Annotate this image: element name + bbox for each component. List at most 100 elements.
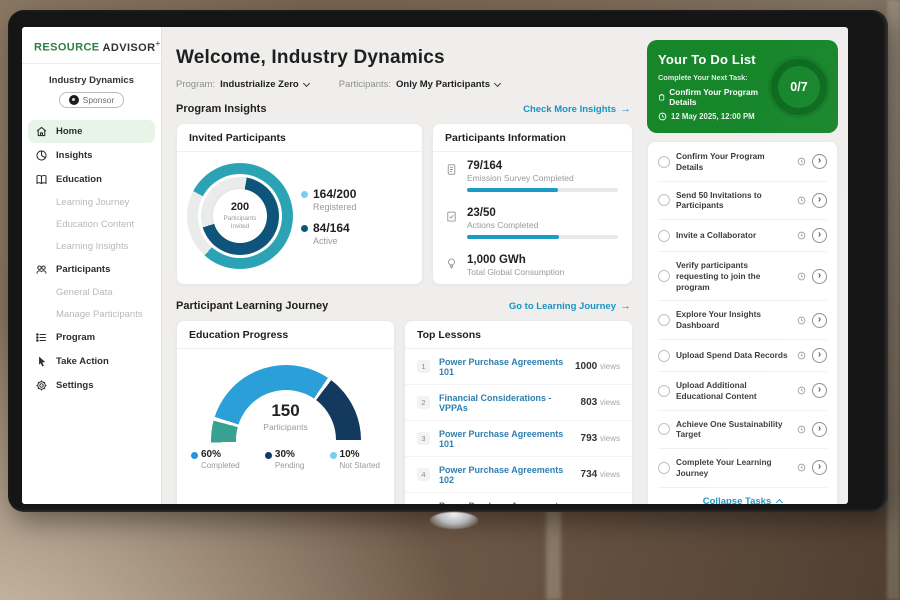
todo-panel: Your To Do List Complete Your Next Task:… <box>642 27 848 504</box>
donut-center-label: Participants Invited <box>220 215 260 231</box>
actions-progress-bar <box>467 235 618 239</box>
lesson-link[interactable]: Power Purchase Agreements 101 <box>439 357 575 377</box>
task-checkbox[interactable] <box>658 462 670 474</box>
task-chevron-button[interactable]: › <box>812 383 827 398</box>
top-lessons-title: Top Lessons <box>405 321 632 349</box>
task-checkbox[interactable] <box>658 270 670 282</box>
lesson-link[interactable]: Power Purchase Agreements 102 <box>439 465 581 485</box>
sidebar-menu: Home Insights Education Learning Journey <box>22 120 161 397</box>
list-icon <box>35 331 48 344</box>
lesson-link[interactable]: Power Purchase Agreements 101 <box>439 429 581 449</box>
task-chevron-button[interactable]: › <box>812 193 827 208</box>
lesson-row: 5 Power Purchase Agreements 103 600 view… <box>405 493 632 504</box>
sidebar-item-label: Learning Journey <box>56 197 129 208</box>
go-to-learning-journey-link[interactable]: Go to Learning Journey → <box>509 301 631 312</box>
task-chevron-button[interactable]: › <box>812 313 827 328</box>
background-wall-strip <box>887 0 900 600</box>
filter-bar: Program: Industrialize Zero Participants… <box>176 79 633 90</box>
task-checkbox[interactable] <box>658 314 670 326</box>
program-select[interactable]: Program: Industrialize Zero <box>176 79 309 90</box>
legend-pending: 30% Pending <box>265 449 304 470</box>
participants-icon <box>35 263 48 276</box>
task-row[interactable]: Verify participants requesting to join t… <box>658 252 827 301</box>
sidebar-item-label: Program <box>56 332 95 343</box>
sidebar-item-label: Take Action <box>56 356 109 367</box>
todo-due-date: 12 May 2025, 12:00 PM <box>658 112 765 121</box>
task-chevron-button[interactable]: › <box>812 422 827 437</box>
invited-participants-card: Invited Participants 200 Participants In… <box>176 123 423 285</box>
invited-participants-title: Invited Participants <box>177 124 422 152</box>
chevron-down-icon <box>303 79 310 86</box>
collapse-tasks-link[interactable]: Collapse Tasks <box>658 488 827 504</box>
task-checkbox[interactable] <box>658 385 670 397</box>
task-row[interactable]: Confirm Your Program Details › <box>658 143 827 182</box>
education-progress-title: Education Progress <box>177 321 394 349</box>
participants-select[interactable]: Participants: Only My Participants <box>339 79 500 90</box>
task-row[interactable]: Upload Additional Educational Content › <box>658 372 827 411</box>
info-clock-icon <box>797 157 806 166</box>
arrow-right-icon: → <box>620 104 631 115</box>
lesson-link[interactable]: Power Purchase Agreements 103 <box>439 501 581 505</box>
sidebar-item-take-action[interactable]: Take Action <box>28 350 155 373</box>
task-row[interactable]: Complete Your Learning Journey › <box>658 449 827 488</box>
legend-dot <box>191 452 198 459</box>
lesson-link[interactable]: Financial Considerations - VPPAs <box>439 393 581 413</box>
task-row[interactable]: Achieve One Sustainability Target › <box>658 411 827 450</box>
task-chevron-button[interactable]: › <box>812 154 827 169</box>
monitor-bezel: RESOURCEADVISOR+ Industry Dynamics Spons… <box>8 10 888 512</box>
click-action-icon <box>35 355 48 368</box>
task-row[interactable]: Upload Spend Data Records › <box>658 340 827 372</box>
legend-dot <box>301 191 308 198</box>
legend-registered: 164/200 Registered <box>301 187 416 212</box>
lesson-row: 1 Power Purchase Agreements 101 1000 vie… <box>405 349 632 385</box>
background-desk-strip <box>546 505 561 600</box>
sidebar-item-learning-journey[interactable]: Learning Journey <box>28 192 155 213</box>
education-progress-card: Education Progress 150 Participants <box>176 320 395 504</box>
sidebar-item-home[interactable]: Home <box>28 120 155 143</box>
lesson-row: 4 Power Purchase Agreements 102 734 view… <box>405 457 632 493</box>
info-clock-icon <box>797 463 806 472</box>
participants-information-card: Participants Information 79/164 Emission… <box>432 123 633 285</box>
task-checkbox[interactable] <box>658 423 670 435</box>
todo-hero-card: Your To Do List Complete Your Next Task:… <box>647 40 838 133</box>
check-more-insights-link[interactable]: Check More Insights → <box>523 104 631 115</box>
task-chevron-button[interactable]: › <box>812 228 827 243</box>
task-checkbox[interactable] <box>658 194 670 206</box>
photo-background: RESOURCEADVISOR+ Industry Dynamics Spons… <box>0 0 900 600</box>
todo-progress-ring: 0/7 <box>771 59 827 115</box>
info-clock-icon <box>797 425 806 434</box>
gear-icon <box>35 379 48 392</box>
task-row[interactable]: Invite a Collaborator › <box>658 220 827 252</box>
legend-not-started: 10% Not Started <box>330 449 380 470</box>
sidebar-item-insights[interactable]: Insights <box>28 144 155 167</box>
sidebar-item-general-data[interactable]: General Data <box>28 282 155 303</box>
sidebar-item-education-content[interactable]: Education Content <box>28 214 155 235</box>
home-icon <box>35 125 48 138</box>
task-checkbox[interactable] <box>658 156 670 168</box>
chevron-down-icon <box>494 79 501 86</box>
task-chevron-button[interactable]: › <box>812 269 827 284</box>
dashboard-screen: RESOURCEADVISOR+ Industry Dynamics Spons… <box>22 27 848 504</box>
info-clock-icon <box>797 386 806 395</box>
sidebar-item-education[interactable]: Education <box>28 168 155 191</box>
task-chevron-button[interactable]: › <box>812 460 827 475</box>
learning-journey-heading: Participant Learning Journey <box>176 300 328 312</box>
insights-icon <box>35 149 48 162</box>
todo-next-task: Confirm Your Program Details <box>658 87 765 107</box>
sponsor-icon <box>69 95 79 105</box>
task-chevron-button[interactable]: › <box>812 348 827 363</box>
sidebar-item-learning-insights[interactable]: Learning Insights <box>28 236 155 257</box>
lesson-rank: 4 <box>417 468 430 481</box>
sidebar-item-participants[interactable]: Participants <box>28 258 155 281</box>
task-row[interactable]: Explore Your Insights Dashboard › <box>658 301 827 340</box>
info-clock-icon <box>797 196 806 205</box>
task-checkbox[interactable] <box>658 230 670 242</box>
sidebar-item-settings[interactable]: Settings <box>28 374 155 397</box>
task-row[interactable]: Send 50 Invitations to Participants › <box>658 182 827 221</box>
sidebar-item-manage-participants[interactable]: Manage Participants <box>28 304 155 325</box>
sidebar-item-program[interactable]: Program <box>28 326 155 349</box>
participants-select-label: Participants: <box>339 79 391 90</box>
sidebar-item-label: Home <box>56 126 82 137</box>
chevron-up-icon <box>776 499 783 504</box>
task-checkbox[interactable] <box>658 350 670 362</box>
